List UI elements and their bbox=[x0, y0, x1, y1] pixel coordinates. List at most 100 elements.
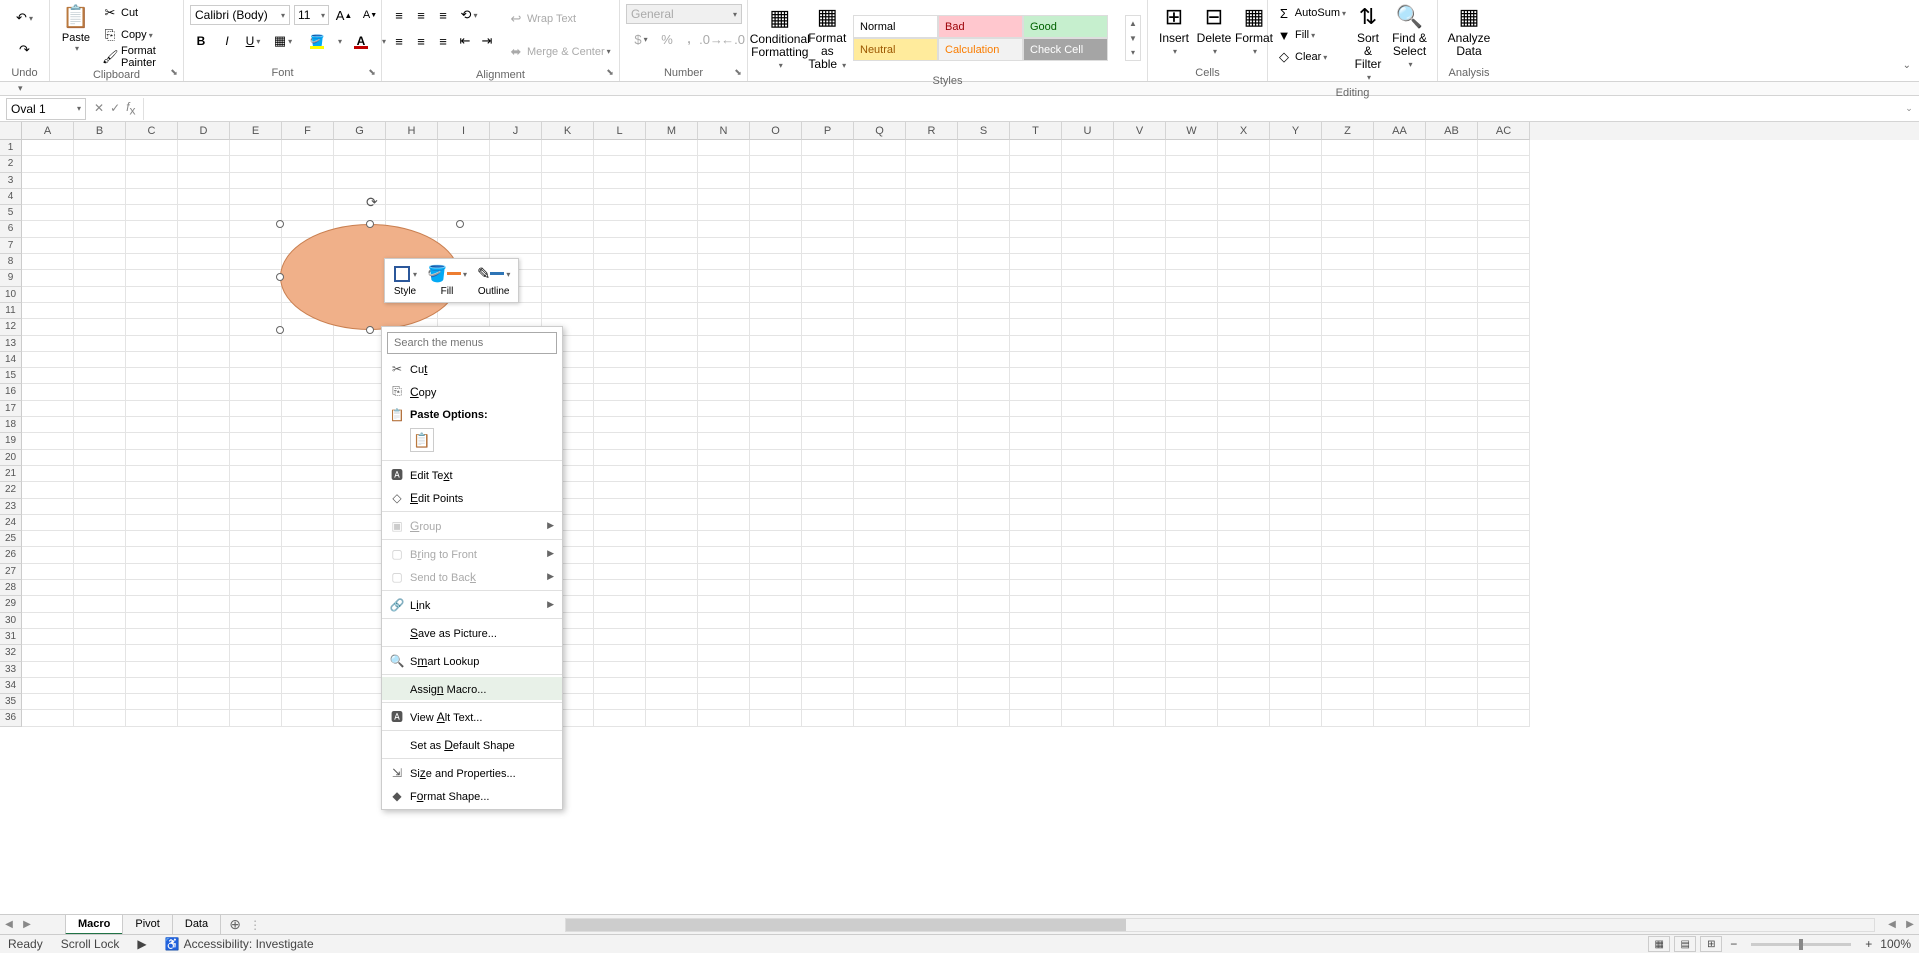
cell[interactable] bbox=[334, 515, 386, 531]
cell[interactable] bbox=[1166, 645, 1218, 661]
cell[interactable] bbox=[1426, 515, 1478, 531]
cell[interactable] bbox=[1374, 433, 1426, 449]
cell[interactable] bbox=[1270, 613, 1322, 629]
cell[interactable] bbox=[594, 547, 646, 563]
cell[interactable] bbox=[802, 662, 854, 678]
cell[interactable] bbox=[1218, 645, 1270, 661]
cell[interactable] bbox=[334, 547, 386, 563]
cell[interactable] bbox=[1114, 384, 1166, 400]
row-header-32[interactable]: 32 bbox=[0, 645, 22, 661]
cell[interactable] bbox=[1114, 336, 1166, 352]
cell[interactable] bbox=[1426, 401, 1478, 417]
cell[interactable] bbox=[750, 336, 802, 352]
row-header-24[interactable]: 24 bbox=[0, 515, 22, 531]
cell[interactable] bbox=[802, 173, 854, 189]
cell[interactable] bbox=[1426, 580, 1478, 596]
cell[interactable] bbox=[802, 433, 854, 449]
cell[interactable] bbox=[802, 156, 854, 172]
cell[interactable] bbox=[958, 613, 1010, 629]
cell[interactable] bbox=[22, 270, 74, 286]
cell[interactable] bbox=[542, 189, 594, 205]
cell[interactable] bbox=[802, 352, 854, 368]
cell[interactable] bbox=[1010, 140, 1062, 156]
cell[interactable] bbox=[178, 401, 230, 417]
cell[interactable] bbox=[1426, 303, 1478, 319]
cell[interactable] bbox=[698, 678, 750, 694]
cell[interactable] bbox=[1270, 156, 1322, 172]
cell[interactable] bbox=[1478, 645, 1530, 661]
cm-link[interactable]: 🔗Link▶ bbox=[382, 593, 562, 616]
increase-font-button[interactable]: A▲ bbox=[333, 4, 355, 26]
cell[interactable] bbox=[74, 156, 126, 172]
cell[interactable] bbox=[178, 156, 230, 172]
cell[interactable] bbox=[282, 140, 334, 156]
row-header-27[interactable]: 27 bbox=[0, 564, 22, 580]
cell[interactable] bbox=[802, 368, 854, 384]
cell[interactable] bbox=[334, 596, 386, 612]
cell[interactable] bbox=[1322, 384, 1374, 400]
cell[interactable] bbox=[230, 678, 282, 694]
cell[interactable] bbox=[1426, 156, 1478, 172]
cell[interactable] bbox=[1322, 596, 1374, 612]
cell[interactable] bbox=[178, 368, 230, 384]
cell[interactable] bbox=[594, 678, 646, 694]
cell[interactable] bbox=[1478, 662, 1530, 678]
cell[interactable] bbox=[126, 384, 178, 400]
add-sheet-button[interactable]: ⊕ bbox=[225, 916, 245, 933]
col-header-A[interactable]: A bbox=[22, 122, 74, 140]
cell[interactable] bbox=[1374, 287, 1426, 303]
cell[interactable] bbox=[906, 140, 958, 156]
font-family-select[interactable]: Calibri (Body)▾ bbox=[190, 5, 290, 25]
cell[interactable] bbox=[282, 694, 334, 710]
cell[interactable] bbox=[698, 710, 750, 726]
cell[interactable] bbox=[906, 270, 958, 286]
gallery-more[interactable]: ▾ bbox=[1126, 45, 1140, 60]
col-header-H[interactable]: H bbox=[386, 122, 438, 140]
cell[interactable] bbox=[1478, 221, 1530, 237]
cell[interactable] bbox=[178, 613, 230, 629]
cell[interactable] bbox=[854, 531, 906, 547]
cell[interactable] bbox=[334, 140, 386, 156]
cell[interactable] bbox=[230, 401, 282, 417]
cell[interactable] bbox=[22, 368, 74, 384]
cell[interactable] bbox=[906, 156, 958, 172]
cell[interactable] bbox=[646, 466, 698, 482]
cell[interactable] bbox=[646, 629, 698, 645]
cell[interactable] bbox=[1426, 499, 1478, 515]
font-color-button[interactable]: A bbox=[346, 30, 376, 52]
cell[interactable] bbox=[594, 645, 646, 661]
cell[interactable] bbox=[126, 596, 178, 612]
status-macro-icon[interactable]: ▶ bbox=[137, 937, 146, 951]
clipboard-launcher[interactable]: ⬊ bbox=[168, 66, 180, 78]
cell[interactable] bbox=[178, 352, 230, 368]
cell[interactable] bbox=[22, 384, 74, 400]
cell[interactable] bbox=[334, 564, 386, 580]
cell[interactable] bbox=[1062, 580, 1114, 596]
cell[interactable] bbox=[1270, 710, 1322, 726]
delete-cells-button[interactable]: ⊟Delete▾ bbox=[1194, 2, 1234, 60]
resize-handle-ne[interactable] bbox=[456, 220, 464, 228]
cell[interactable] bbox=[1478, 319, 1530, 335]
cell[interactable] bbox=[282, 401, 334, 417]
row-header-35[interactable]: 35 bbox=[0, 694, 22, 710]
cell[interactable] bbox=[646, 221, 698, 237]
percent-button[interactable]: % bbox=[656, 28, 678, 50]
cell[interactable] bbox=[1114, 710, 1166, 726]
cell[interactable] bbox=[854, 629, 906, 645]
scroll-left[interactable]: ◀ bbox=[1883, 916, 1901, 934]
cell[interactable] bbox=[1062, 450, 1114, 466]
cell[interactable] bbox=[178, 564, 230, 580]
find-select-button[interactable]: 🔍Find &Select ▾ bbox=[1388, 2, 1431, 73]
cell[interactable] bbox=[1218, 352, 1270, 368]
cell[interactable] bbox=[1062, 645, 1114, 661]
cell[interactable] bbox=[750, 352, 802, 368]
cell[interactable] bbox=[906, 710, 958, 726]
sheet-tab-macro[interactable]: Macro bbox=[65, 915, 123, 935]
row-header-14[interactable]: 14 bbox=[0, 352, 22, 368]
cell[interactable] bbox=[542, 270, 594, 286]
row-header-17[interactable]: 17 bbox=[0, 401, 22, 417]
cell[interactable] bbox=[1426, 287, 1478, 303]
cell[interactable] bbox=[1374, 417, 1426, 433]
cell[interactable] bbox=[22, 417, 74, 433]
cell[interactable] bbox=[854, 156, 906, 172]
